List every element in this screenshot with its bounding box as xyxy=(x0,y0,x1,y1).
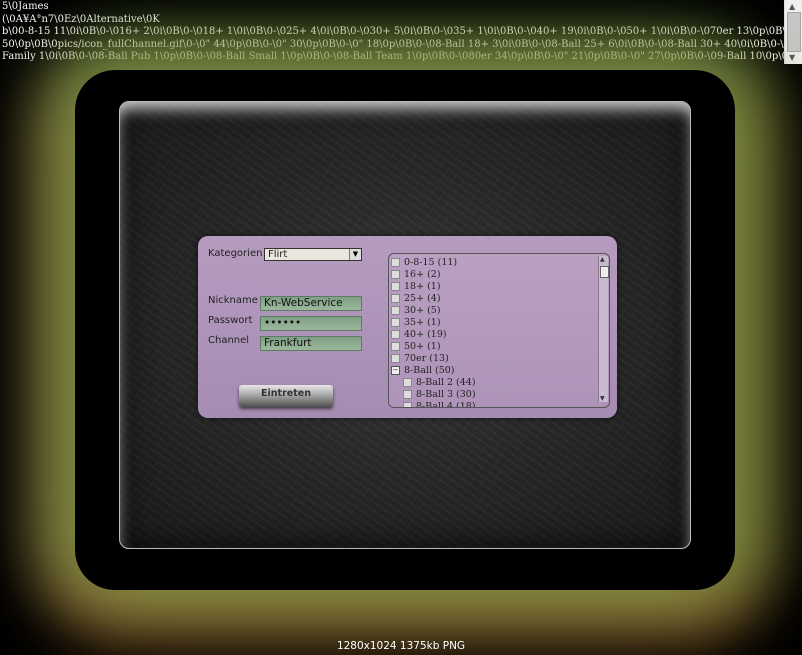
channel-item[interactable]: 8-Ball 4 (18) xyxy=(391,401,476,408)
channel-item[interactable]: 70er (13) xyxy=(391,353,476,365)
raw-line: Family 1\0i\0B\0-\08-Ball Pub 1\0p\0B\0-… xyxy=(2,51,784,62)
login-panel: Kategorien Flirt ▼ Nickname Kn-WebServic… xyxy=(198,236,617,418)
scroll-down-icon[interactable]: ▼ xyxy=(600,395,605,402)
channel-item[interactable]: 16+ (2) xyxy=(391,269,476,281)
scroll-down-icon[interactable]: ▼ xyxy=(789,53,795,62)
scroll-up-icon[interactable]: ▲ xyxy=(789,2,795,11)
channel-label: 50+ (1) xyxy=(404,341,441,352)
checkbox[interactable] xyxy=(391,294,400,303)
checkbox[interactable] xyxy=(391,282,400,291)
collapse-icon[interactable]: − xyxy=(391,366,400,375)
passwort-input[interactable]: •••••• xyxy=(260,316,362,331)
kategorien-value: Flirt xyxy=(268,249,288,260)
scroll-thumb[interactable] xyxy=(787,12,801,52)
channel-label: 18+ (1) xyxy=(404,281,441,292)
channel-label: 30+ (5) xyxy=(404,305,441,316)
checkbox[interactable] xyxy=(403,402,412,407)
page-scrollbar[interactable]: ▲ ▼ xyxy=(784,0,802,64)
checkbox[interactable] xyxy=(391,354,400,363)
channel-label: 0-8-15 (11) xyxy=(404,257,458,268)
image-info-bar: 1280x1024 1375kb PNG xyxy=(336,640,466,652)
channel-item[interactable]: 50+ (1) xyxy=(391,341,476,353)
channel-tree[interactable]: 0-8-15 (11) 16+ (2) 18+ (1) 25+ (4) 30+ (5) 3… xyxy=(388,253,610,408)
chevron-down-icon[interactable]: ▼ xyxy=(349,249,361,260)
channel-label: 8-Ball 2 (44) xyxy=(416,377,476,388)
channel-label: Channel xyxy=(208,335,250,346)
channel-input[interactable]: Frankfurt xyxy=(260,336,362,351)
checkbox[interactable] xyxy=(403,378,412,387)
kategorien-label: Kategorien xyxy=(208,248,263,259)
checkbox[interactable] xyxy=(391,306,400,315)
eintreten-button[interactable]: Eintreten xyxy=(239,385,333,407)
channel-item[interactable]: 40+ (19) xyxy=(391,329,476,341)
channel-item[interactable]: 0-8-15 (11) xyxy=(391,257,476,269)
checkbox[interactable] xyxy=(403,390,412,399)
channel-label: 16+ (2) xyxy=(404,269,441,280)
nickname-input[interactable]: Kn-WebService xyxy=(260,296,362,311)
channel-item[interactable]: 35+ (1) xyxy=(391,317,476,329)
nickname-label: Nickname xyxy=(208,295,258,306)
checkbox[interactable] xyxy=(391,270,400,279)
channel-item[interactable]: 30+ (5) xyxy=(391,305,476,317)
channel-item[interactable]: 8-Ball 3 (30) xyxy=(391,389,476,401)
kategorien-select[interactable]: Flirt ▼ xyxy=(264,248,362,261)
scroll-thumb[interactable] xyxy=(600,266,609,278)
checkbox[interactable] xyxy=(391,318,400,327)
channel-label: 40+ (19) xyxy=(404,329,447,340)
channel-item[interactable]: −8-Ball (50) xyxy=(391,365,476,377)
scroll-up-icon[interactable]: ▲ xyxy=(600,256,605,263)
channel-label: 25+ (4) xyxy=(404,293,441,304)
channel-item[interactable]: 18+ (1) xyxy=(391,281,476,293)
checkbox[interactable] xyxy=(391,258,400,267)
channel-label: 70er (13) xyxy=(404,353,449,364)
raw-response-text: 5\0James (\0Ã¥Ã°n7\0Ez\0Alternative\0K b… xyxy=(2,1,784,64)
channel-label: 8-Ball 4 (18) xyxy=(416,401,476,408)
checkbox[interactable] xyxy=(391,342,400,351)
channel-label: 35+ (1) xyxy=(404,317,441,328)
raw-line: b\00-8-15 11\0i\0B\0-\016+ 2\0i\0B\0-\01… xyxy=(2,26,784,37)
raw-line: (\0Ã¥Ã°n7\0Ez\0Alternative\0K xyxy=(2,13,160,25)
channel-label: 8-Ball 3 (30) xyxy=(416,389,476,400)
channel-item[interactable]: 25+ (4) xyxy=(391,293,476,305)
raw-line: 5\0James xyxy=(2,1,49,12)
channel-tree-scrollbar[interactable]: ▲ ▼ xyxy=(598,256,609,402)
channel-item[interactable]: 8-Ball 2 (44) xyxy=(391,377,476,389)
checkbox[interactable] xyxy=(391,330,400,339)
raw-line: 50\0p\0B\0pics/icon_fullChannel.gif\0-\0… xyxy=(2,38,784,50)
channel-label: 8-Ball (50) xyxy=(404,365,455,376)
passwort-label: Passwort xyxy=(208,315,253,326)
